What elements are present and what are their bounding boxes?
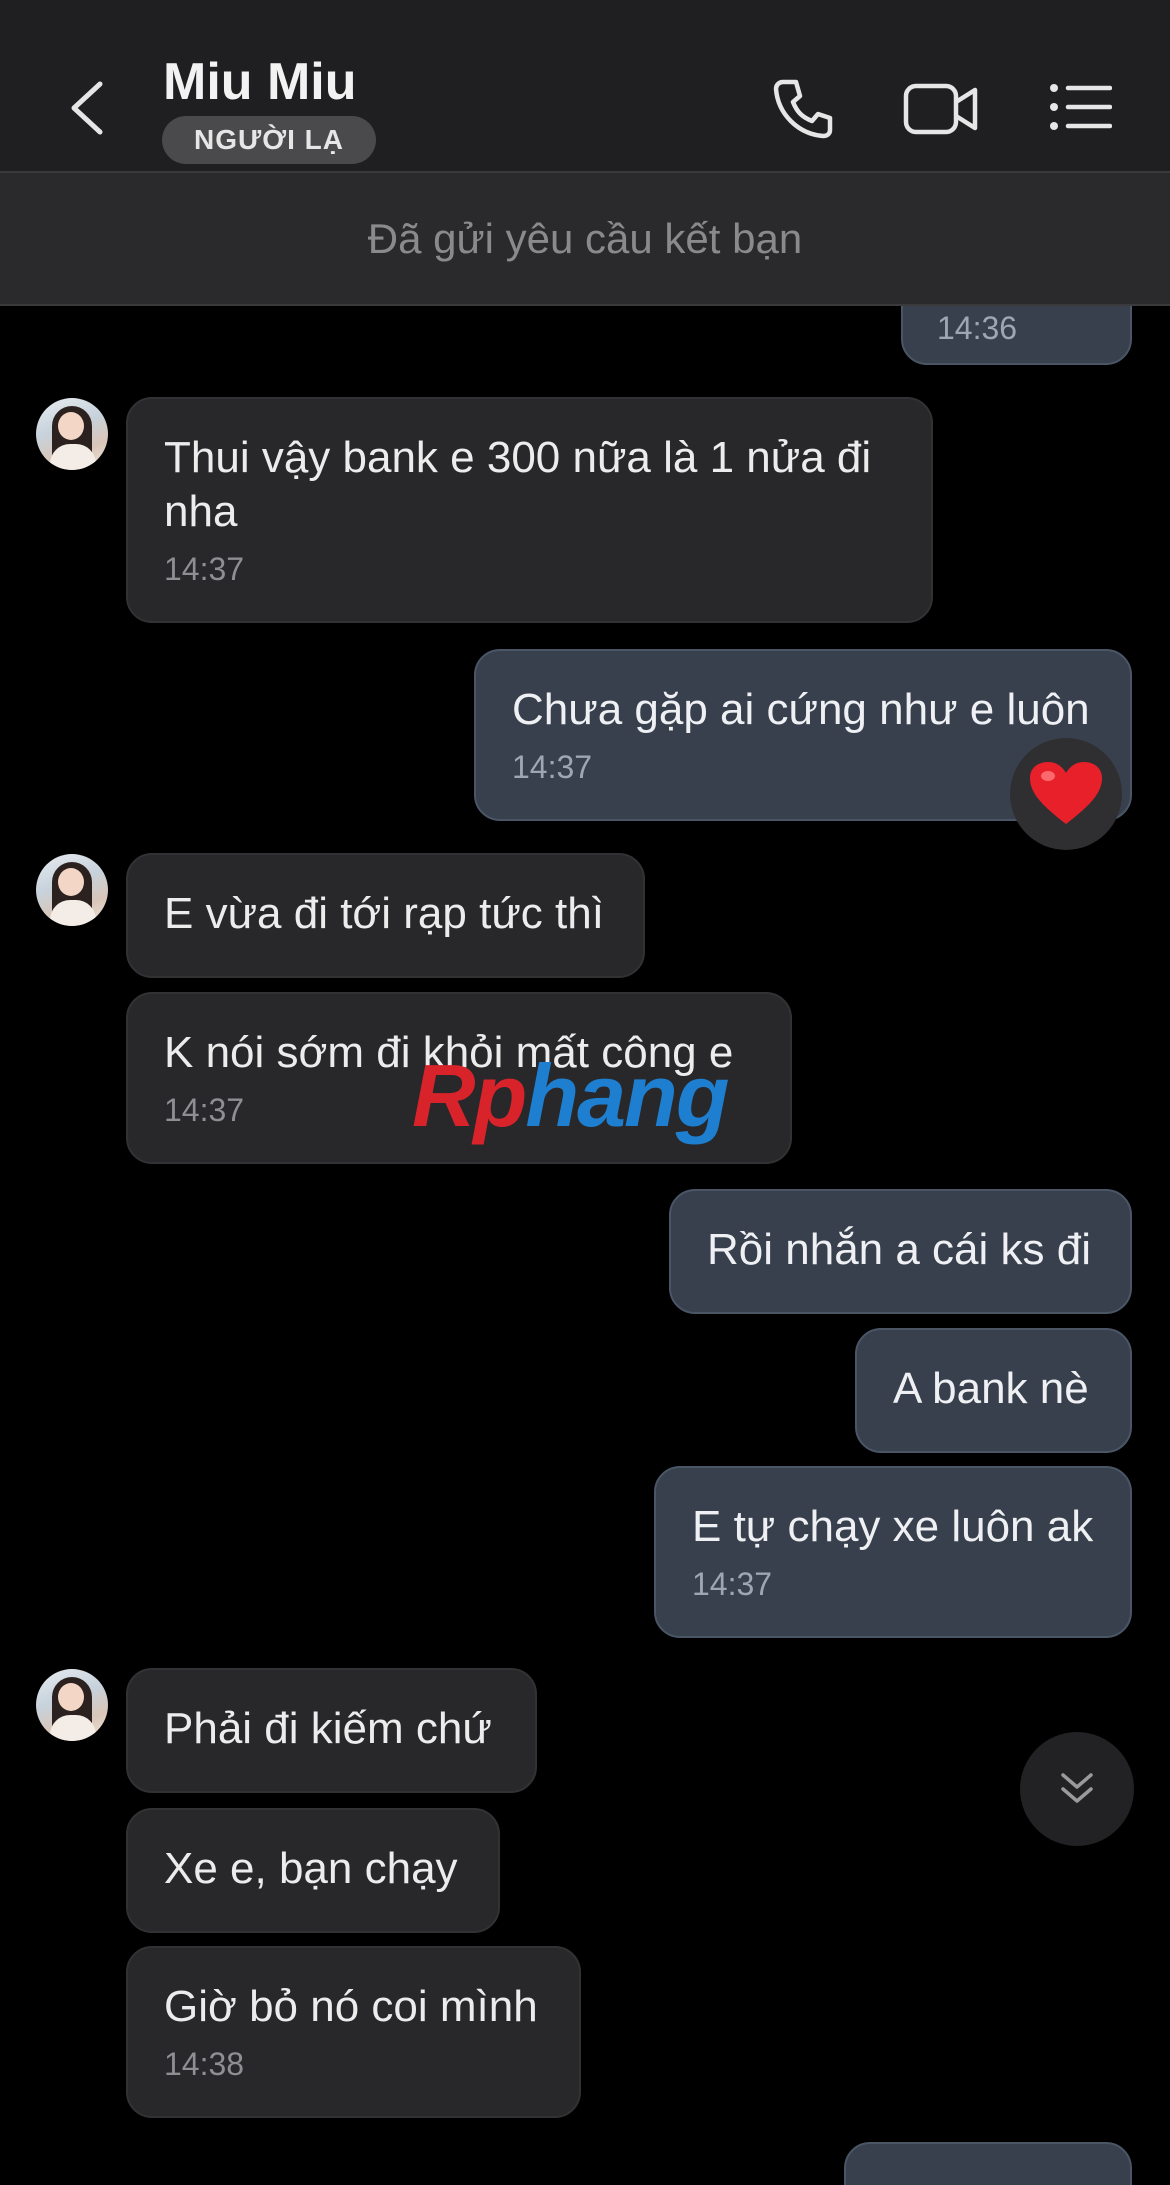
video-camera-icon	[903, 83, 978, 135]
message-text: E vừa đi tới rạp tức thì	[164, 889, 604, 938]
contact-avatar[interactable]	[36, 854, 108, 926]
watermark-logo: Rphang	[412, 1046, 730, 1145]
heart-icon	[1030, 762, 1102, 824]
message-bubble-outgoing[interactable]: A bank nè	[855, 1328, 1132, 1453]
message-bubble-incoming[interactable]: E vừa đi tới rạp tức thì	[126, 853, 645, 978]
friend-request-banner: Đã gửi yêu cầu kết bạn	[0, 173, 1170, 306]
message-text: E tự chạy xe luôn ak	[692, 1502, 1094, 1551]
contact-name[interactable]: Miu Miu	[163, 52, 357, 112]
stranger-badge: NGƯỜI LẠ	[162, 116, 376, 164]
message-text: Chưa gặp ai cứng như e luôn	[512, 685, 1090, 734]
message-bubble-incoming[interactable]: Phải đi kiếm chứ	[126, 1668, 537, 1793]
message-bubble-outgoing[interactable]: E tự chạy xe luôn ak 14:37	[654, 1466, 1132, 1638]
message-time: 14:37	[512, 749, 593, 785]
back-button[interactable]	[62, 78, 112, 138]
double-chevron-down-icon	[1061, 1773, 1093, 1803]
list-menu-icon	[1050, 84, 1113, 130]
phone-icon	[773, 79, 833, 139]
message-bubble-outgoing[interactable]: Rồi nhắn a cái ks đi	[669, 1189, 1132, 1314]
message-bubble-outgoing[interactable]	[844, 2142, 1132, 2185]
contact-avatar[interactable]	[36, 398, 108, 470]
message-text: Phải đi kiếm chứ	[164, 1704, 492, 1753]
message-text: Thui vậy bank e 300 nữa là 1 nửa đi nha	[164, 433, 872, 536]
message-time: 14:37	[164, 551, 245, 587]
message-text: Rồi nhắn a cái ks đi	[707, 1225, 1091, 1274]
message-text: A bank nè	[893, 1364, 1089, 1413]
message-bubble-incoming[interactable]: Giờ bỏ nó coi mình 14:38	[126, 1946, 581, 2118]
scroll-to-bottom-button[interactable]	[1020, 1732, 1134, 1846]
chat-options-button[interactable]	[1048, 82, 1113, 137]
message-time: 14:36	[937, 310, 1018, 346]
message-text: Xe e, bạn chạy	[164, 1844, 458, 1893]
chat-header: Miu Miu NGƯỜI LẠ	[0, 0, 1170, 173]
message-bubble-incoming[interactable]: Xe e, bạn chạy	[126, 1808, 500, 1933]
message-bubble-outgoing[interactable]: 14:36	[901, 306, 1132, 365]
message-text: Giờ bỏ nó coi mình	[164, 1982, 538, 2031]
message-bubble-incoming[interactable]: Thui vậy bank e 300 nữa là 1 nửa đi nha …	[126, 397, 933, 623]
message-time: 14:38	[164, 2046, 245, 2082]
reaction-button[interactable]	[1010, 738, 1122, 850]
chevron-left-icon	[71, 81, 103, 135]
voice-call-button[interactable]	[772, 78, 834, 145]
contact-avatar[interactable]	[36, 1669, 108, 1741]
message-time: 14:37	[692, 1566, 773, 1602]
video-call-button[interactable]	[903, 80, 979, 143]
message-list[interactable]: 14:36 Thui vậy bank e 300 nữa là 1 nửa đ…	[0, 306, 1170, 2185]
